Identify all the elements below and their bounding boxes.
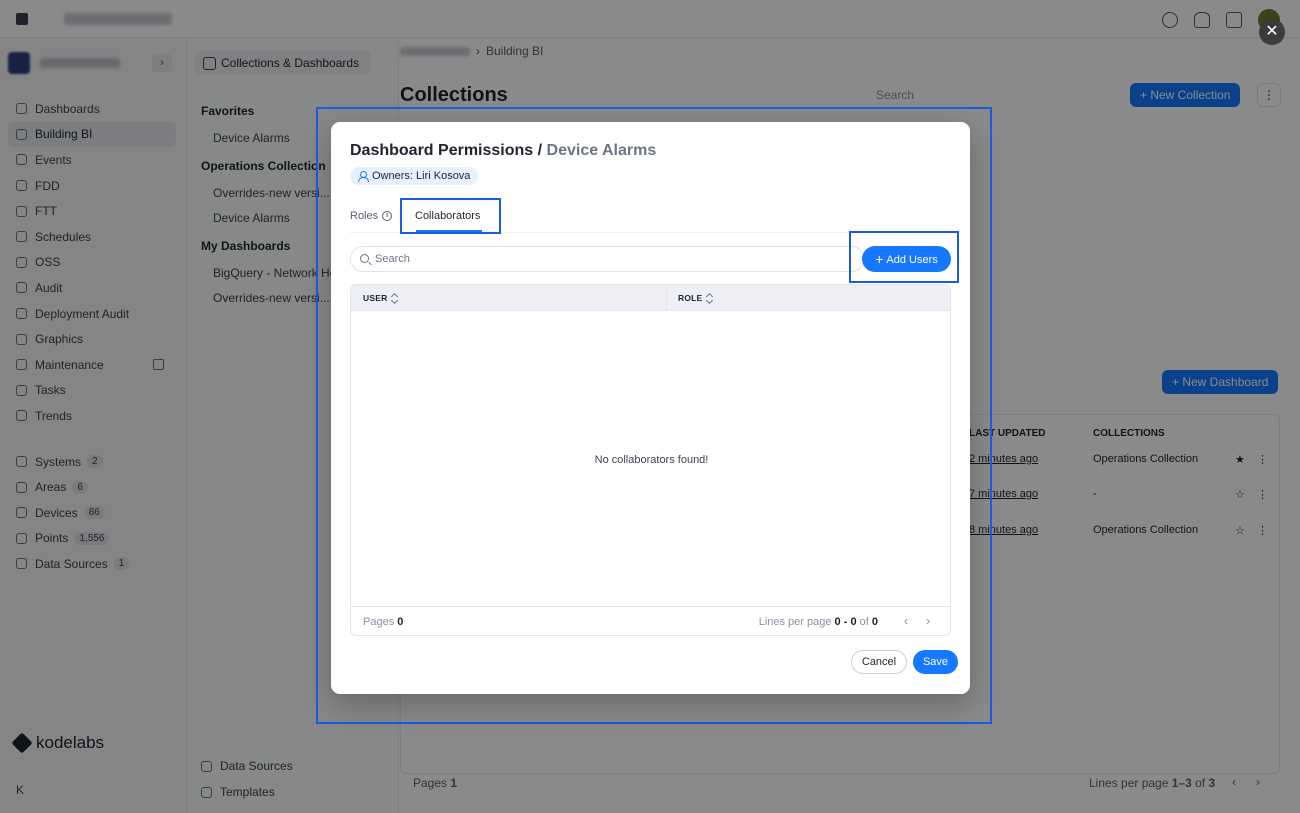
focus-highlight-collaborators-tab (400, 198, 501, 234)
save-button[interactable]: Save (913, 650, 958, 674)
info-icon[interactable]: i (382, 211, 393, 221)
pages-indicator: Pages 0 (363, 616, 404, 628)
table-pagination: Pages 0 Lines per page 0 - 0 of 0 ‹ › (351, 606, 950, 635)
collaborators-table: USER ROLE No collaborators found! Pages … (350, 284, 951, 636)
collaborators-search-input[interactable]: Search (350, 246, 865, 272)
next-page-icon[interactable]: › (921, 613, 935, 629)
table-header: USER ROLE (351, 285, 950, 311)
user-icon (358, 171, 369, 182)
cancel-button[interactable]: Cancel (851, 650, 907, 674)
sort-icon[interactable] (391, 293, 398, 303)
modal-title: Dashboard Permissions / Device Alarms (350, 142, 657, 159)
sort-icon[interactable] (706, 293, 713, 303)
prev-page-icon[interactable]: ‹ (899, 613, 913, 629)
column-divider (666, 285, 667, 311)
lines-per-page: Lines per page 0 - 0 of 0 (758, 616, 878, 628)
owner-chip: Owners: Liri Kosova (350, 167, 479, 185)
focus-highlight-add-users (849, 231, 959, 283)
modal-subtitle: Device Alarms (546, 142, 657, 159)
search-icon (360, 254, 369, 263)
tab-roles[interactable]: Roles i (350, 210, 393, 222)
column-header-user[interactable]: USER (363, 293, 398, 303)
empty-state-message: No collaborators found! (594, 454, 709, 466)
close-icon[interactable]: ✕ (1259, 19, 1285, 45)
column-header-role[interactable]: ROLE (678, 293, 713, 303)
